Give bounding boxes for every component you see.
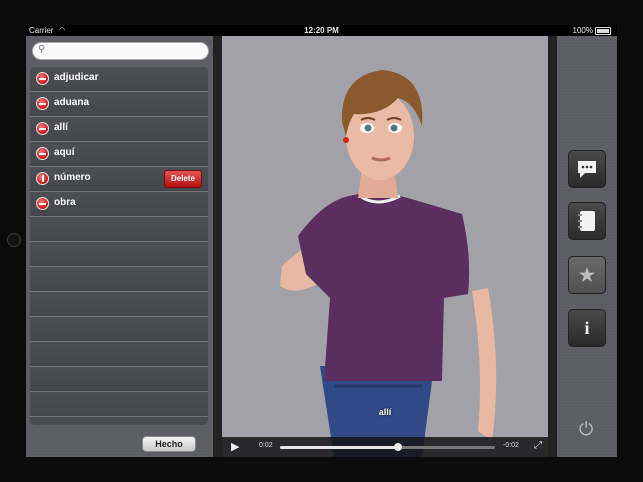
delete-circle-icon[interactable]	[36, 97, 49, 110]
scrubber-handle[interactable]	[394, 443, 403, 451]
search-input[interactable]	[51, 44, 205, 58]
empty-row	[30, 242, 208, 267]
subtitle-text: allí	[378, 407, 392, 417]
word-label: adjudicar	[54, 72, 99, 83]
delete-circle-icon[interactable]	[36, 122, 49, 135]
empty-row	[30, 342, 208, 367]
word-list: adjudicar aduana allí aquí número Delete	[30, 67, 208, 425]
list-item-adjudicar[interactable]: adjudicar	[30, 67, 208, 92]
chat-icon-graphic	[578, 161, 596, 178]
done-button[interactable]: Hecho	[142, 436, 196, 452]
signing-avatar	[280, 70, 497, 457]
list-item-aduana[interactable]: aduana	[30, 92, 208, 117]
fullscreen-icon[interactable]: ⤢	[534, 440, 542, 451]
search-bar[interactable]: ⚲	[32, 42, 209, 60]
search-icon: ⚲	[38, 44, 46, 55]
sign-video[interactable]: allí ▶ 0:02 -0:02 ⤢	[222, 36, 548, 457]
delete-button[interactable]: Delete	[164, 170, 202, 188]
word-label: aduana	[54, 97, 90, 108]
chat-icon[interactable]	[568, 150, 606, 188]
delete-circle-icon[interactable]	[36, 147, 49, 160]
info-icon[interactable]: i	[568, 309, 606, 347]
word-label: aquí	[54, 147, 75, 158]
scrubber-progress	[280, 446, 399, 449]
empty-row	[30, 317, 208, 342]
notebook-icon[interactable]	[568, 202, 606, 240]
list-item-alli[interactable]: allí	[30, 117, 208, 142]
battery-percent: 100%	[572, 26, 593, 35]
delete-circle-icon[interactable]	[36, 172, 49, 185]
word-label: allí	[54, 122, 68, 133]
right-toolbar: ★ i ⏻	[557, 36, 617, 457]
empty-row	[30, 217, 208, 242]
notebook-icon-graphic	[578, 211, 595, 231]
elapsed-time: 0:02	[259, 442, 273, 449]
list-item-aqui[interactable]: aquí	[30, 142, 208, 167]
delete-circle-icon[interactable]	[36, 72, 49, 85]
word-label: número	[54, 172, 91, 183]
word-label: obra	[54, 197, 76, 208]
power-icon[interactable]: ⏻	[579, 419, 593, 440]
empty-row	[30, 392, 208, 417]
empty-row	[30, 292, 208, 317]
video-controls: ▶ 0:02 -0:02 ⤢	[222, 437, 548, 457]
word-list-panel: ⚲ adjudicar aduana allí aquí número Dele…	[26, 36, 213, 457]
clock: 12:20 PM	[304, 26, 339, 35]
empty-row	[30, 367, 208, 392]
status-bar: Carrier ◠ 12:20 PM 100%	[26, 25, 617, 36]
remaining-time: -0:02	[503, 442, 519, 449]
home-button[interactable]	[7, 233, 21, 247]
battery-icon	[595, 27, 611, 35]
scrubber-track[interactable]	[280, 443, 495, 451]
list-item-obra[interactable]: obra	[30, 192, 208, 217]
empty-row	[30, 267, 208, 292]
star-icon[interactable]: ★	[568, 256, 606, 294]
ipad-screen: Carrier ◠ 12:20 PM 100% ⚲ adjudicar adua…	[26, 25, 617, 457]
delete-circle-icon[interactable]	[36, 197, 49, 210]
list-item-numero[interactable]: número Delete	[30, 167, 208, 192]
play-icon[interactable]: ▶	[231, 440, 239, 453]
